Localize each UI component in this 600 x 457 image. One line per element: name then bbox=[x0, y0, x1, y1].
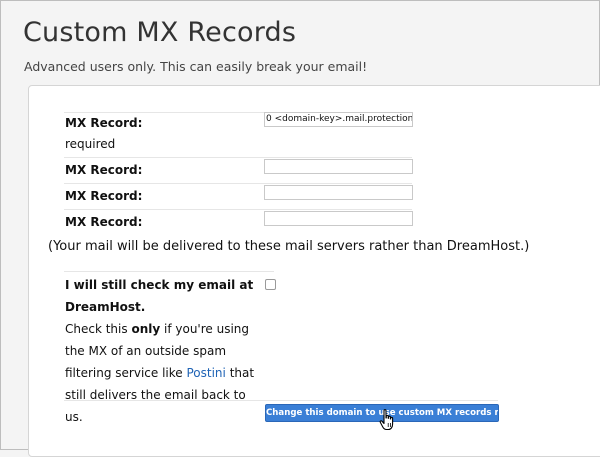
postini-link[interactable]: Postini bbox=[186, 366, 225, 380]
check-email-label-line1: I will still check my email at bbox=[65, 278, 254, 292]
mx-record-label-3: MX Record: bbox=[65, 189, 143, 203]
mx-record-input-3[interactable] bbox=[264, 185, 413, 200]
mx-record-input-2[interactable] bbox=[264, 159, 413, 174]
row-divider bbox=[64, 183, 412, 184]
check-email-checkbox[interactable] bbox=[265, 279, 276, 290]
check-email-label-line2: DreamHost. bbox=[65, 300, 146, 314]
page-subtitle-warning: Advanced users only. This can easily bre… bbox=[24, 59, 368, 74]
row-divider bbox=[64, 157, 412, 158]
page-title: Custom MX Records bbox=[23, 17, 297, 48]
required-label: required bbox=[65, 137, 116, 151]
mx-record-label-2: MX Record: bbox=[65, 163, 143, 177]
row-divider bbox=[64, 209, 412, 210]
desc-emphasis: only bbox=[131, 322, 161, 336]
row-divider bbox=[64, 271, 274, 272]
mx-record-input-1[interactable]: 0 <domain-key>.mail.protection.out bbox=[264, 112, 413, 127]
desc-text: Check this bbox=[65, 322, 132, 336]
hand-pointer-icon bbox=[379, 409, 394, 431]
mx-record-input-4[interactable] bbox=[264, 211, 413, 226]
mx-record-label-1: MX Record: bbox=[65, 116, 143, 130]
mx-record-label-4: MX Record: bbox=[65, 215, 143, 229]
window-frame: Custom MX Records Advanced users only. T… bbox=[0, 0, 600, 457]
check-email-description: I will still check my email at DreamHost… bbox=[65, 274, 265, 428]
delivery-note: (Your mail will be delivered to these ma… bbox=[48, 239, 530, 254]
